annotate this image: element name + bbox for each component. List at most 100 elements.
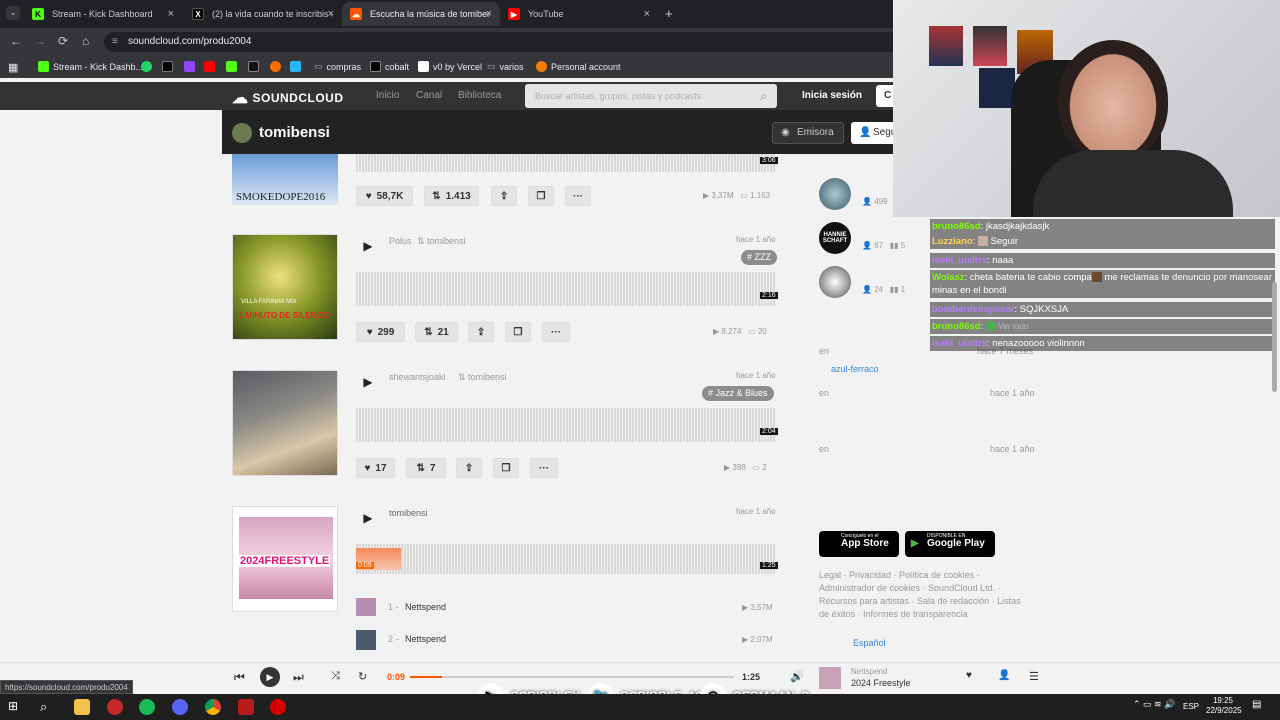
avatar[interactable] <box>232 123 252 143</box>
track-cover[interactable]: VILLA FARINHA MIX 1 MINUTO DE SILENCIO <box>232 234 338 340</box>
legal-links[interactable]: Legal · Privacidad · Política de cookies… <box>819 569 1029 621</box>
tab-kick-dashboard[interactable]: K Stream - Kick Dashboard × <box>24 2 182 26</box>
avatar[interactable] <box>819 178 851 210</box>
discord-icon[interactable] <box>172 699 188 715</box>
notification-icon[interactable]: ▤ <box>1252 699 1268 715</box>
whatsapp-icon[interactable] <box>141 61 156 72</box>
home-icon[interactable]: ⌂ <box>82 34 89 48</box>
track-artist[interactable]: shewantsjoaki <box>389 372 446 382</box>
tab-youtube[interactable]: ▶ YouTube × <box>500 2 658 26</box>
clock[interactable]: 19:25 22/9/2025 <box>1206 696 1242 716</box>
login-button[interactable]: Inicia sesión <box>802 90 862 101</box>
nav-inicio[interactable]: Inicio <box>376 90 399 101</box>
nav-canal[interactable]: Canal <box>416 90 442 101</box>
list-item[interactable]: 2 - Nettspend ▶ 2,07M <box>356 630 776 650</box>
like-button[interactable]: ♥ 17 <box>356 458 395 478</box>
close-icon[interactable]: × <box>328 8 334 20</box>
search-input[interactable]: Buscar artistas, grupos, pistas y podcas… <box>525 84 777 108</box>
track-tag[interactable]: # Jazz & Blues <box>702 386 774 401</box>
bookmark-icon-d[interactable] <box>290 61 305 72</box>
follow-icon[interactable]: 👤 <box>998 670 1010 681</box>
like-icon[interactable]: ♥ <box>966 670 972 681</box>
close-icon[interactable]: × <box>168 8 174 20</box>
track-reposter[interactable]: ⇅ tomibensi <box>417 236 466 247</box>
track-tag[interactable]: # ZZZ <box>741 250 777 265</box>
activity-link[interactable]: azul-ferraco <box>831 364 879 374</box>
new-tab-button[interactable]: + <box>665 6 673 21</box>
app-icon[interactable] <box>270 699 286 715</box>
track-cover[interactable] <box>232 370 338 476</box>
nav-biblioteca[interactable]: Biblioteca <box>458 90 501 101</box>
progress-bar[interactable] <box>410 676 734 678</box>
share-button[interactable]: ⇪ <box>456 458 482 478</box>
bookmark-cobalt[interactable]: cobalt <box>370 61 409 72</box>
copy-link-button[interactable]: ❐ <box>493 458 519 478</box>
track-artist[interactable]: tomibensi <box>389 508 428 518</box>
repost-button[interactable]: ⇅ 1.413 <box>424 186 479 206</box>
now-playing-title[interactable]: 2024 Freestyle <box>851 678 911 688</box>
copy-link-button[interactable]: ❐ <box>528 186 554 206</box>
play-pause-button[interactable]: ▶ <box>260 667 280 687</box>
waveform[interactable] <box>356 544 776 574</box>
avatar[interactable]: HANNIE SCHAFT <box>819 222 851 254</box>
tab-x-post[interactable]: X (2) la vida cuando te inscribis a × <box>184 2 342 26</box>
now-playing-artist[interactable]: Nettspend <box>851 667 887 676</box>
waveform[interactable] <box>356 272 776 306</box>
track-artist[interactable]: Polus <box>389 236 412 246</box>
share-button[interactable]: ⇪ <box>491 186 517 206</box>
address-bar[interactable]: ≡ soundcloud.com/produ2004 <box>104 32 904 52</box>
forward-icon[interactable]: → <box>34 34 46 48</box>
volume-icon[interactable]: 🔊 <box>790 670 804 683</box>
bookmark-icon-b[interactable] <box>248 61 263 72</box>
bookmark-kick[interactable]: Stream - Kick Dashb... <box>38 61 143 72</box>
app-store-badge[interactable]: Consíguelo en el App Store <box>819 531 899 557</box>
play-button[interactable]: ▶ <box>358 236 378 256</box>
reload-icon[interactable]: ⟳ <box>58 34 68 48</box>
bookmark-v0[interactable]: v0 by Vercel <box>418 61 482 72</box>
bookmark-personal[interactable]: Personal account <box>536 61 621 72</box>
now-playing-art[interactable] <box>819 667 841 689</box>
waveform[interactable] <box>356 154 776 172</box>
previous-icon[interactable]: ⏮ <box>234 670 245 685</box>
more-button[interactable]: ··· <box>565 186 591 206</box>
windows-start-icon[interactable]: ⊞ <box>8 699 24 715</box>
twitch-icon[interactable] <box>184 61 199 72</box>
station-button[interactable]: ◉ Emisora <box>772 122 844 144</box>
bookmark-compras[interactable]: ▭ compras <box>314 61 361 72</box>
waveform[interactable] <box>356 408 776 442</box>
back-icon[interactable]: ← <box>10 34 22 48</box>
next-icon[interactable]: ⏭ <box>293 670 304 685</box>
soundcloud-logo[interactable]: ☁ SOUNDCLOUD <box>232 88 344 108</box>
tab-soundcloud[interactable]: ☁ Escucha la música de tomibens × <box>342 2 500 26</box>
track-cover[interactable]: SMOKEDOPE2016 <box>232 154 338 205</box>
more-button[interactable]: ··· <box>530 458 558 478</box>
tray-icons[interactable]: ⌃ ▭ ≋ 🔊 <box>1133 699 1181 715</box>
close-icon[interactable]: × <box>486 8 492 20</box>
search-icon[interactable]: ⌕ <box>40 699 56 715</box>
site-info-icon[interactable]: ≡ <box>112 32 118 52</box>
track-reposter[interactable]: ⇅ tomibensi <box>458 372 507 383</box>
bookmark-icon-c[interactable] <box>270 61 285 72</box>
chrome-icon[interactable] <box>205 699 221 715</box>
tab-search-button[interactable]: ⌄ <box>6 6 20 20</box>
repost-button[interactable]: ⇅ 7 <box>406 458 446 478</box>
repost-button[interactable]: ⇅ 21 <box>415 322 458 342</box>
language-selector[interactable]: Español <box>853 638 886 648</box>
repeat-icon[interactable]: ↻ <box>358 670 367 683</box>
like-button[interactable]: ♥ 58,7K <box>356 186 413 206</box>
copy-link-button[interactable]: ❐ <box>505 322 531 342</box>
apps-icon[interactable]: ▦ <box>8 61 18 74</box>
youtube-icon[interactable] <box>204 61 219 72</box>
queue-icon[interactable]: ☰ <box>1029 670 1039 683</box>
close-icon[interactable]: × <box>644 8 650 20</box>
like-button[interactable]: ♥ 299 <box>356 322 405 342</box>
play-button[interactable]: ▶ <box>358 508 378 528</box>
more-button[interactable]: ··· <box>542 322 570 342</box>
x-icon[interactable] <box>162 61 177 72</box>
app-icon[interactable] <box>107 699 123 715</box>
avatar[interactable] <box>819 266 851 298</box>
app-icon[interactable] <box>238 699 254 715</box>
search-icon[interactable]: ⌕ <box>760 84 767 108</box>
share-button[interactable]: ⇪ <box>468 322 494 342</box>
bookmark-varios[interactable]: ▭ varios <box>487 61 524 72</box>
